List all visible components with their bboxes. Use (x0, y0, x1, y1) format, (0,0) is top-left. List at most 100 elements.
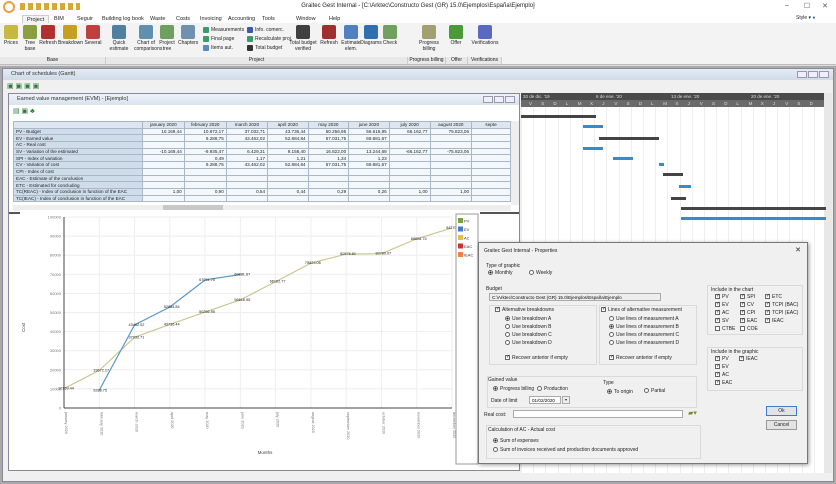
table-row[interactable]: TC(IEAC) - Index of conclusion in functi… (13, 194, 511, 203)
lines-radio-3[interactable]: Use lines of measurement D (609, 340, 679, 346)
chart-checkbox-pv[interactable]: PV (715, 293, 729, 300)
gantt-task-bar[interactable] (583, 147, 603, 150)
production-radio[interactable]: Production (537, 386, 568, 392)
recover-breakdown-checkbox[interactable]: Recover anterior if empty (505, 354, 568, 361)
chart-checkbox-coe[interactable]: COE (740, 326, 758, 332)
date-limit-field[interactable] (529, 396, 561, 404)
close-button[interactable]: ✕ (818, 2, 832, 12)
ribbon-button-project-tree[interactable]: Project tree (157, 25, 177, 52)
gantt-toolbar[interactable]: ▣ ▣ ▣ ▣ (7, 82, 39, 90)
chart-checkbox-tcpi-bac-[interactable]: TCPI (BAC) (765, 301, 798, 308)
tab-bim[interactable]: BIM (50, 15, 68, 23)
table-row[interactable]: EAC - Estimate of the conclusion (13, 174, 511, 183)
style-menu[interactable]: Style ▾ ● (796, 15, 815, 21)
table-row[interactable]: TC(REAC) - Index of conclusion in functi… (13, 187, 511, 196)
maximize-button[interactable]: ☐ (800, 2, 814, 12)
tab-project[interactable]: Project (22, 15, 50, 23)
budget-path-field[interactable] (489, 293, 661, 301)
chart-checkbox-tcpi-eac-[interactable]: TCPI (EAC) (765, 309, 798, 316)
gantt-task-bar[interactable] (613, 157, 633, 160)
ribbon-button-refresh[interactable]: Refresh (318, 25, 340, 47)
sum-invoices-radio[interactable]: Sum of invoices received and production … (493, 447, 638, 453)
table-row[interactable]: EV - Earned value 9.288,75 43.462,02 52.884… (13, 134, 511, 143)
ribbon-button-diagrams[interactable]: Diagrams (360, 25, 382, 47)
chart-checkbox-cpi[interactable]: CPI (740, 309, 755, 316)
ribbon-button-several[interactable]: Several (82, 25, 104, 47)
chart-checkbox-sv[interactable]: SV (715, 317, 729, 324)
tab-help[interactable]: Help (325, 15, 344, 23)
ribbon-button-refresh[interactable]: Refresh (38, 25, 58, 47)
ribbon-button-check[interactable]: Check (382, 25, 398, 47)
ribbon-small-total-budget[interactable]: Total budget (247, 44, 282, 52)
lines-radio-2[interactable]: Use lines of measurement C (609, 332, 679, 338)
recover-lines-checkbox[interactable]: Recover anterior if empty (609, 354, 672, 361)
graphic-checkbox-ac[interactable]: AC (715, 371, 729, 378)
table-row[interactable]: PV - Budget 10.169,44 10.672,17 37.032,71 43… (13, 127, 511, 136)
tab-costs[interactable]: Costs (172, 15, 194, 23)
table-row[interactable]: SPI - Index of variation 0,49 1,17 1,21 1,34… (13, 154, 511, 163)
ok-button[interactable]: Ok (766, 406, 797, 416)
real-cost-field[interactable] (513, 410, 683, 418)
ribbon-small-info-comerc-[interactable]: Info. comerc. (247, 26, 284, 34)
ribbon-button-verifications[interactable]: Verifications (468, 25, 502, 47)
alternative-breakdowns-checkbox[interactable]: Alternative breakdowns (495, 306, 554, 313)
gantt-task-bar[interactable] (681, 217, 826, 220)
table-row[interactable]: AC - Real cost (13, 141, 511, 149)
breakdown-radio-0[interactable]: Use breakdown A (505, 316, 551, 322)
gantt-task-bar[interactable] (583, 125, 603, 128)
breakdown-radio-1[interactable]: Use breakdown B (505, 324, 551, 330)
ribbon-button-progress-billing[interactable]: Progress billing (414, 25, 444, 52)
ribbon-button-tree-base[interactable]: Tree base (22, 25, 38, 52)
tab-seguir[interactable]: Seguir (73, 15, 97, 23)
dialog-close-button[interactable]: ✕ (795, 246, 801, 254)
help-icon[interactable]: ● (812, 15, 815, 21)
lines-radio-0[interactable]: Use lines of measurement A (609, 316, 679, 322)
ribbon-button-chart-of-comparisons[interactable]: Chart of comparisons (134, 25, 162, 52)
ribbon-button-quick-estimate[interactable]: Quick estimate (106, 25, 132, 52)
partial-radio[interactable]: Partial (644, 388, 665, 394)
sum-expenses-radio[interactable]: Sum of expenses (493, 438, 539, 444)
monthly-radio[interactable]: Monthly (488, 270, 513, 276)
evm-window-controls[interactable] (482, 96, 515, 105)
chart-checkbox-ac[interactable]: AC (715, 309, 729, 316)
table-row[interactable]: SV - Variation of the estimated -10.169,4… (13, 147, 511, 156)
tab-invoicing[interactable]: Invoicing (196, 15, 226, 23)
graphic-checkbox-ev[interactable]: EV (715, 363, 729, 370)
progress-billing-radio[interactable]: Progress billing (493, 386, 534, 392)
gantt-task-bar[interactable] (679, 185, 691, 188)
to-origin-radio[interactable]: To origin (607, 389, 633, 395)
gantt-task-bar[interactable] (659, 163, 664, 166)
cancel-button[interactable]: Cancel (766, 420, 797, 430)
ribbon-button-breakdown[interactable]: Breakdown (58, 25, 83, 47)
graphic-checkbox-ieac[interactable]: IEAC (739, 355, 758, 362)
chart-checkbox-etc[interactable]: ETC (765, 293, 782, 300)
gantt-task-bar[interactable] (599, 137, 659, 140)
tab-accounting[interactable]: Accounting (224, 15, 259, 23)
weekly-radio[interactable]: Weekly (529, 270, 552, 276)
alternative-lines-checkbox[interactable]: Lines of alternative measurement (601, 306, 682, 313)
chart-checkbox-ieac[interactable]: IEAC (765, 317, 784, 324)
chart-checkbox-cv[interactable]: CV (740, 301, 754, 308)
ribbon-small-final-page[interactable]: Final page (203, 35, 234, 43)
ribbon-button-estimate-elem-[interactable]: Estimate elem. (340, 25, 362, 52)
tab-tools[interactable]: Tools (258, 15, 279, 23)
chart-checkbox-ctbe[interactable]: CTBE (715, 326, 735, 332)
graphic-checkbox-pv[interactable]: PV (715, 355, 729, 362)
table-row[interactable]: ETC - Estimated for concluding (13, 181, 511, 189)
evm-toolbar[interactable]: ▤ ▣ ♣ (13, 107, 35, 115)
ribbon-small-recalculate-proj-[interactable]: Recalculate proj. (247, 35, 292, 43)
date-picker-button[interactable]: ▾ (562, 396, 570, 404)
table-vertical-scrollbar[interactable] (511, 121, 519, 205)
lines-radio-1[interactable]: Use lines of measurement B (609, 324, 679, 330)
ribbon-button-prices[interactable]: Prices (2, 25, 20, 47)
folder-open-icon[interactable]: ▰▾ (688, 409, 697, 417)
tab-building-log-book[interactable]: Building log book (98, 15, 148, 23)
ribbon-button-offer[interactable]: Offer (446, 25, 466, 47)
gantt-task-bar[interactable] (521, 115, 596, 118)
table-row[interactable]: CPI - Index of cost (13, 167, 511, 176)
gantt-task-bar[interactable] (681, 207, 826, 210)
tab-waste[interactable]: Waste (146, 15, 169, 23)
chart-checkbox-eac[interactable]: EAC (740, 317, 757, 324)
gantt-vertical-scrollbar[interactable] (824, 93, 832, 473)
tab-window[interactable]: Window (292, 15, 320, 23)
